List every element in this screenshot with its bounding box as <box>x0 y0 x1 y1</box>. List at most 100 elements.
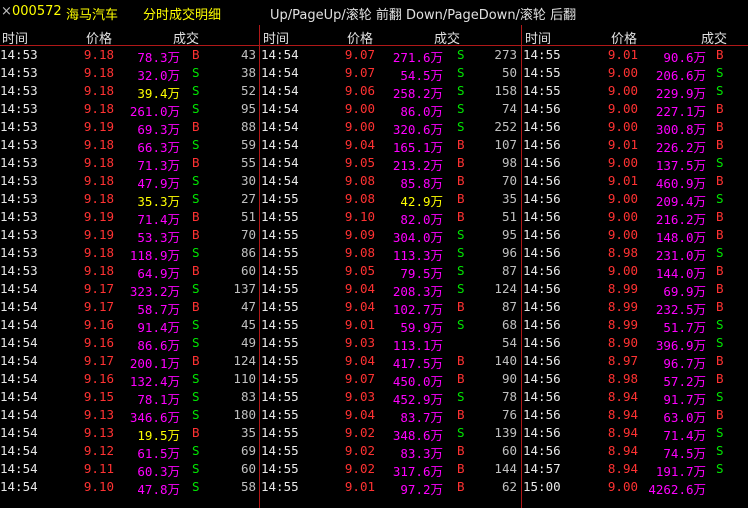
trade-row[interactable]: 14:54 9.07 271.6万 S 273 <box>261 46 520 65</box>
trade-row[interactable]: 14:56 8.99 69.9万 B <box>523 280 748 299</box>
trade-volume: 88 <box>240 119 256 134</box>
trade-row[interactable]: 14:55 9.10 82.0万 B 51 <box>261 208 520 227</box>
trade-row[interactable]: 14:55 9.05 79.5万 S 87 <box>261 262 520 281</box>
trade-volume: 252 <box>494 119 517 134</box>
trade-column-3[interactable]: 时间 价格 成交 14:55 9.01 90.6万 B 14:55 9.00 206.6万 S 14:… <box>523 25 748 508</box>
trade-price: 9.01 <box>344 317 375 332</box>
trade-time: 14:56 <box>523 335 561 350</box>
trade-row[interactable]: 14:54 9.15 78.1万 S 83 <box>0 388 259 407</box>
trade-time: 14:55 <box>261 263 299 278</box>
trade-row[interactable]: 14:54 9.00 86.0万 S 74 <box>261 100 520 119</box>
trade-row[interactable]: 15:00 9.00 4262.6万 <box>523 478 748 497</box>
trade-row[interactable]: 14:55 9.04 83.7万 B 76 <box>261 406 520 425</box>
trade-direction: S <box>457 245 465 260</box>
trade-column-1[interactable]: 时间 价格 成交 14:53 9.18 78.3万 B 43 14:53 9.18 32.0万 S 38… <box>0 25 259 508</box>
trade-row[interactable]: 14:56 9.00 144.0万 B <box>523 262 748 281</box>
trade-row[interactable]: 14:55 9.04 102.7万 B 87 <box>261 298 520 317</box>
trade-row[interactable]: 14:53 9.19 53.3万 B 70 <box>0 226 259 245</box>
trade-row[interactable]: 14:54 9.06 258.2万 S 158 <box>261 82 520 101</box>
trade-price: 8.94 <box>607 425 638 440</box>
trade-row[interactable]: 14:55 9.04 208.3万 S 124 <box>261 280 520 299</box>
trade-column-2[interactable]: 时间 价格 成交 14:54 9.07 271.6万 S 273 14:54 9.07 54.5万 S… <box>261 25 520 508</box>
trade-row[interactable]: 14:54 9.16 86.6万 S 49 <box>0 334 259 353</box>
trade-row[interactable]: 14:55 9.08 42.9万 B 35 <box>261 190 520 209</box>
trade-row[interactable]: 14:56 9.00 209.4万 S <box>523 190 748 209</box>
trade-volume: 83 <box>240 389 256 404</box>
trade-row[interactable]: 14:54 9.17 323.2万 S 137 <box>0 280 259 299</box>
trade-row[interactable]: 14:56 9.00 137.5万 S <box>523 154 748 173</box>
trade-row[interactable]: 14:54 9.17 200.1万 B 124 <box>0 352 259 371</box>
trade-row[interactable]: 14:55 9.01 59.9万 S 68 <box>261 316 520 335</box>
trade-row[interactable]: 14:54 9.07 54.5万 S 50 <box>261 64 520 83</box>
trade-row[interactable]: 14:56 8.90 396.9万 S <box>523 334 748 353</box>
trade-row[interactable]: 14:53 9.18 261.0万 S 95 <box>0 100 259 119</box>
trade-row[interactable]: 14:55 9.04 417.5万 B 140 <box>261 352 520 371</box>
trade-row[interactable]: 14:55 9.01 97.2万 B 62 <box>261 478 520 497</box>
trade-time: 14:55 <box>261 425 299 440</box>
trade-row[interactable]: 14:56 9.00 300.8万 B <box>523 118 748 137</box>
trade-direction: B <box>457 155 465 170</box>
trade-row[interactable]: 14:54 9.00 320.6万 S 252 <box>261 118 520 137</box>
trade-row[interactable]: 14:53 9.18 71.3万 B 55 <box>0 154 259 173</box>
trade-row[interactable]: 14:53 9.19 71.4万 B 51 <box>0 208 259 227</box>
trade-row[interactable]: 14:57 8.94 191.7万 S <box>523 460 748 479</box>
trade-row[interactable]: 14:56 8.98 231.0万 S <box>523 244 748 263</box>
trade-row[interactable]: 14:56 8.98 57.2万 B <box>523 370 748 389</box>
trade-row[interactable]: 14:53 9.18 64.9万 B 60 <box>0 262 259 281</box>
trade-volume: 76 <box>501 407 517 422</box>
trade-row[interactable]: 14:54 9.08 85.8万 B 70 <box>261 172 520 191</box>
trade-row[interactable]: 14:56 9.01 460.9万 B <box>523 172 748 191</box>
trade-row[interactable]: 14:56 8.99 232.5万 B <box>523 298 748 317</box>
trade-direction: B <box>192 155 200 170</box>
trade-row[interactable]: 14:56 8.94 63.0万 B <box>523 406 748 425</box>
trade-row[interactable]: 14:56 9.00 227.1万 B <box>523 100 748 119</box>
trade-row[interactable]: 14:56 8.97 96.7万 B <box>523 352 748 371</box>
trade-direction: B <box>716 119 724 134</box>
trade-row[interactable]: 14:55 9.00 206.6万 S <box>523 64 748 83</box>
trade-row[interactable]: 14:56 9.01 226.2万 B <box>523 136 748 155</box>
trade-row[interactable]: 14:54 9.05 213.2万 B 98 <box>261 154 520 173</box>
trade-row[interactable]: 14:55 9.03 113.1万 54 <box>261 334 520 353</box>
trade-row[interactable]: 14:53 9.18 66.3万 S 59 <box>0 136 259 155</box>
trade-row[interactable]: 14:55 9.08 113.3万 S 96 <box>261 244 520 263</box>
trade-direction: S <box>192 407 200 422</box>
trade-row[interactable]: 14:53 9.18 32.0万 S 38 <box>0 64 259 83</box>
trade-row[interactable]: 14:53 9.18 39.4万 S 52 <box>0 82 259 101</box>
trade-row[interactable]: 14:55 9.02 348.6万 S 139 <box>261 424 520 443</box>
trade-row[interactable]: 14:53 9.18 118.9万 S 86 <box>0 244 259 263</box>
trade-row[interactable]: 14:56 8.94 74.5万 S <box>523 442 748 461</box>
trade-row[interactable]: 14:55 9.01 90.6万 B <box>523 46 748 65</box>
trade-row[interactable]: 14:54 9.13 19.5万 B 35 <box>0 424 259 443</box>
trade-row[interactable]: 14:54 9.16 91.4万 S 45 <box>0 316 259 335</box>
trade-row[interactable]: 14:55 9.00 229.9万 S <box>523 82 748 101</box>
trade-row[interactable]: 14:56 8.99 51.7万 S <box>523 316 748 335</box>
trade-row[interactable]: 14:54 9.10 47.8万 S 58 <box>0 478 259 497</box>
trade-row[interactable]: 14:54 9.16 132.4万 S 110 <box>0 370 259 389</box>
trade-row[interactable]: 14:55 9.09 304.0万 S 95 <box>261 226 520 245</box>
trade-row[interactable]: 14:56 9.00 216.2万 B <box>523 208 748 227</box>
trade-row[interactable]: 14:54 9.13 346.6万 S 180 <box>0 406 259 425</box>
close-icon[interactable]: × <box>1 4 12 19</box>
trade-row[interactable]: 14:55 9.03 452.9万 S 78 <box>261 388 520 407</box>
trade-row[interactable]: 14:54 9.12 61.5万 S 69 <box>0 442 259 461</box>
trade-row[interactable]: 14:53 9.18 47.9万 S 30 <box>0 172 259 191</box>
trade-price: 9.04 <box>344 353 375 368</box>
trade-row[interactable]: 14:53 9.19 69.3万 B 88 <box>0 118 259 137</box>
trade-row[interactable]: 14:55 9.02 317.6万 B 144 <box>261 460 520 479</box>
trade-row[interactable]: 14:56 8.94 91.7万 S <box>523 388 748 407</box>
trade-price: 9.04 <box>344 281 375 296</box>
trade-row[interactable]: 14:53 9.18 35.3万 S 27 <box>0 190 259 209</box>
trade-price: 9.02 <box>344 461 375 476</box>
trade-time: 14:56 <box>523 407 561 422</box>
trade-row[interactable]: 14:55 9.02 83.3万 B 60 <box>261 442 520 461</box>
trade-row[interactable]: 14:54 9.17 58.7万 B 47 <box>0 298 259 317</box>
trade-row[interactable]: 14:56 9.00 148.0万 B <box>523 226 748 245</box>
trade-row[interactable]: 14:54 9.04 165.1万 B 107 <box>261 136 520 155</box>
trade-row[interactable]: 14:56 8.94 71.4万 S <box>523 424 748 443</box>
trade-row[interactable]: 14:54 9.11 60.3万 S 60 <box>0 460 259 479</box>
trade-direction: S <box>457 83 465 98</box>
header-deal: 成交 <box>434 32 461 47</box>
trade-row[interactable]: 14:55 9.07 450.0万 B 90 <box>261 370 520 389</box>
trade-row[interactable]: 14:53 9.18 78.3万 B 43 <box>0 46 259 65</box>
trade-direction: S <box>716 317 724 332</box>
